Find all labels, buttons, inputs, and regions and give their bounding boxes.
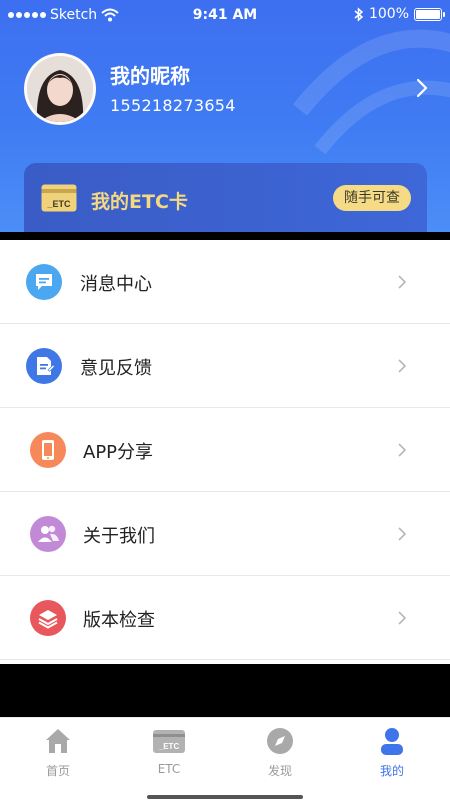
tab-etc[interactable]: _ETC ETC	[113, 726, 225, 776]
user-icon	[381, 728, 403, 755]
chevron-right-icon[interactable]	[412, 76, 432, 100]
status-bar: Sketch 9:41 AM 100%	[0, 0, 450, 32]
chevron-right-icon	[398, 443, 407, 457]
battery-icon	[414, 7, 445, 21]
phone-number: 155218273654	[110, 96, 236, 115]
menu-item-message-center[interactable]: 消息中心	[0, 240, 450, 324]
menu-item-app-share[interactable]: APP分享	[0, 408, 450, 492]
tab-label: 发现	[267, 764, 292, 778]
menu-label: 意见反馈	[80, 358, 152, 379]
etc-card-icon-text: _ETC	[46, 199, 71, 209]
tab-mine[interactable]: 我的	[336, 726, 448, 779]
chevron-right-icon	[398, 275, 407, 289]
etc-card-icon: _ETC	[153, 730, 185, 753]
menu-label: APP分享	[83, 442, 154, 463]
feedback-doc-icon	[26, 348, 62, 384]
tab-home[interactable]: 首页	[2, 726, 114, 779]
bluetooth-icon	[354, 6, 364, 22]
message-icon	[26, 264, 62, 300]
nickname[interactable]: 我的昵称	[110, 60, 190, 89]
chevron-right-icon	[398, 359, 407, 373]
avatar[interactable]	[24, 53, 96, 125]
bottom-tab-bar: 首页 _ETC ETC 发现 我的	[0, 717, 450, 800]
phone-share-icon	[30, 432, 66, 468]
menu-item-feedback[interactable]: 意见反馈	[0, 324, 450, 408]
menu-label: 关于我们	[83, 526, 155, 547]
quick-check-button[interactable]: 随手可查	[333, 185, 411, 211]
profile-header: Sketch 9:41 AM 100% 我的昵称 155218273654 _E…	[0, 0, 450, 232]
tab-label: ETC	[157, 762, 181, 776]
menu-label: 消息中心	[80, 274, 152, 295]
chevron-right-icon	[398, 527, 407, 541]
etc-tab-icon-text: _ETC	[158, 742, 180, 751]
etc-card-icon: _ETC	[41, 184, 77, 212]
compass-icon	[267, 728, 293, 754]
menu-label: 版本检查	[83, 610, 155, 631]
home-indicator	[147, 795, 303, 799]
tab-label: 首页	[45, 764, 70, 778]
about-users-icon	[30, 516, 66, 552]
menu-item-about-us[interactable]: 关于我们	[0, 492, 450, 576]
battery-percent: 100%	[368, 6, 409, 22]
menu-list: 消息中心 意见反馈 APP分享 关于我们 版本检查	[0, 240, 450, 664]
layers-icon	[30, 600, 66, 636]
tab-discover[interactable]: 发现	[224, 726, 336, 779]
my-etc-card[interactable]: _ETC 我的ETC卡 随手可查	[24, 163, 427, 232]
chevron-right-icon	[398, 611, 407, 625]
menu-item-version-check[interactable]: 版本检查	[0, 576, 450, 660]
home-icon	[46, 729, 70, 753]
etc-card-title: 我的ETC卡	[91, 191, 188, 213]
tab-label: 我的	[379, 764, 404, 778]
